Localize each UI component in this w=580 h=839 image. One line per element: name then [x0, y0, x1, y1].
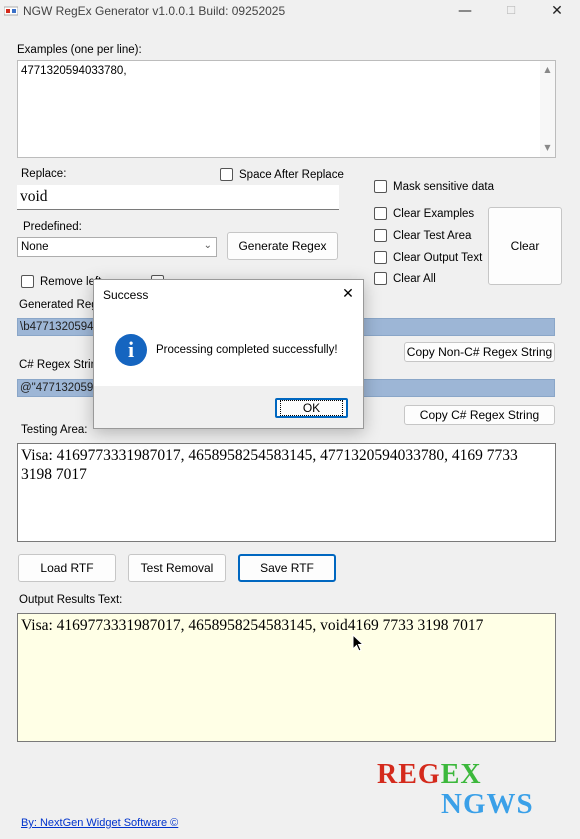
testing-area-textbox[interactable]: Visa: 4169773331987017, 4658958254583145… — [17, 443, 556, 542]
replace-value: void — [20, 188, 48, 205]
test-removal-button[interactable]: Test Removal — [128, 554, 226, 582]
clear-examples-checkbox[interactable]: Clear Examples — [374, 207, 474, 220]
logo-part-ex: EX — [440, 759, 482, 790]
window-title: NGW RegEx Generator v1.0.0.1 Build: 0925… — [23, 4, 286, 18]
checkbox-box[interactable] — [374, 207, 387, 220]
checkbox-box[interactable] — [21, 275, 34, 288]
ok-label: OK — [279, 400, 344, 416]
app-icon — [4, 6, 18, 16]
dialog-footer: OK — [94, 386, 363, 428]
ok-button[interactable]: OK — [275, 398, 348, 418]
output-results-text: Visa: 4169773331987017, 4658958254583145… — [21, 617, 484, 634]
dialog-close-button[interactable]: ✕ — [337, 284, 359, 304]
csharp-regex-label: C# Regex String — [19, 359, 104, 371]
load-rtf-button[interactable]: Load RTF — [18, 554, 116, 582]
testing-area-label: Testing Area: — [21, 424, 88, 436]
examples-label: Examples (one per line): — [17, 44, 142, 56]
remove-left-checkbox[interactable]: Remove left — [21, 275, 101, 288]
clear-output-text-label: Clear Output Text — [393, 251, 483, 264]
dialog-title: Success — [103, 288, 149, 302]
clear-all-label: Clear All — [393, 272, 436, 285]
clear-test-area-checkbox[interactable]: Clear Test Area — [374, 229, 471, 242]
testing-area-text: Visa: 4169773331987017, 4658958254583145… — [21, 447, 518, 483]
save-rtf-button[interactable]: Save RTF — [238, 554, 336, 582]
info-icon: i — [115, 334, 147, 366]
minimize-button[interactable]: — — [442, 0, 488, 24]
clear-output-text-checkbox[interactable]: Clear Output Text — [374, 251, 482, 264]
generate-regex-button[interactable]: Generate Regex — [227, 232, 338, 260]
output-results-label: Output Results Text: — [19, 594, 123, 606]
title-bar: NGW RegEx Generator v1.0.0.1 Build: 0925… — [0, 0, 580, 24]
output-results-textbox[interactable]: Visa: 4169773331987017, 4658958254583145… — [17, 613, 556, 742]
examples-scrollbar[interactable]: ▲ ▼ — [540, 61, 555, 157]
checkbox-box[interactable] — [374, 272, 387, 285]
mask-sensitive-checkbox[interactable]: Mask sensitive data — [374, 180, 494, 193]
checkbox-box[interactable] — [374, 229, 387, 242]
scroll-down-icon[interactable]: ▼ — [540, 141, 555, 155]
clear-test-area-label: Clear Test Area — [393, 229, 472, 242]
success-dialog: Success ✕ i Processing completed success… — [93, 279, 364, 429]
predefined-select[interactable]: None ⌄ — [17, 237, 217, 257]
scroll-up-icon[interactable]: ▲ — [540, 63, 555, 77]
mouse-cursor-icon — [352, 634, 365, 652]
maximize-button[interactable]: ☐ — [488, 0, 534, 24]
clear-all-checkbox[interactable]: Clear All — [374, 272, 436, 285]
regex-logo-text: REGEX — [377, 759, 482, 791]
examples-textarea[interactable]: 4771320594033780, ▲ ▼ — [17, 60, 556, 158]
logo-part-reg: REG — [377, 759, 441, 790]
nextgen-widget-link[interactable]: By: NextGen Widget Software © — [21, 817, 178, 829]
copy-non-csharp-regex-button[interactable]: Copy Non-C# Regex String — [404, 342, 555, 362]
predefined-label: Predefined: — [23, 221, 82, 233]
copy-csharp-regex-button[interactable]: Copy C# Regex String — [404, 405, 555, 425]
dialog-message: Processing completed successfully! — [156, 344, 338, 356]
checkbox-box[interactable] — [220, 168, 233, 181]
clear-button[interactable]: Clear — [488, 207, 562, 285]
chevron-down-icon[interactable]: ⌄ — [204, 240, 212, 251]
checkbox-box[interactable] — [374, 251, 387, 264]
replace-label: Replace: — [21, 168, 67, 180]
predefined-selected: None — [21, 241, 49, 253]
examples-text: 4771320594033780, — [21, 65, 127, 77]
mask-sensitive-label: Mask sensitive data — [393, 180, 494, 193]
space-after-replace-label: Space After Replace — [239, 168, 344, 181]
ngws-logo-text: NGWS — [441, 788, 534, 820]
replace-input[interactable]: void — [17, 185, 339, 210]
close-window-button[interactable]: ✕ — [534, 0, 580, 24]
clear-examples-label: Clear Examples — [393, 207, 475, 220]
generated-regex-label: Generated Rege — [19, 299, 105, 311]
space-after-replace-checkbox[interactable]: Space After Replace — [220, 168, 344, 181]
checkbox-box[interactable] — [374, 180, 387, 193]
